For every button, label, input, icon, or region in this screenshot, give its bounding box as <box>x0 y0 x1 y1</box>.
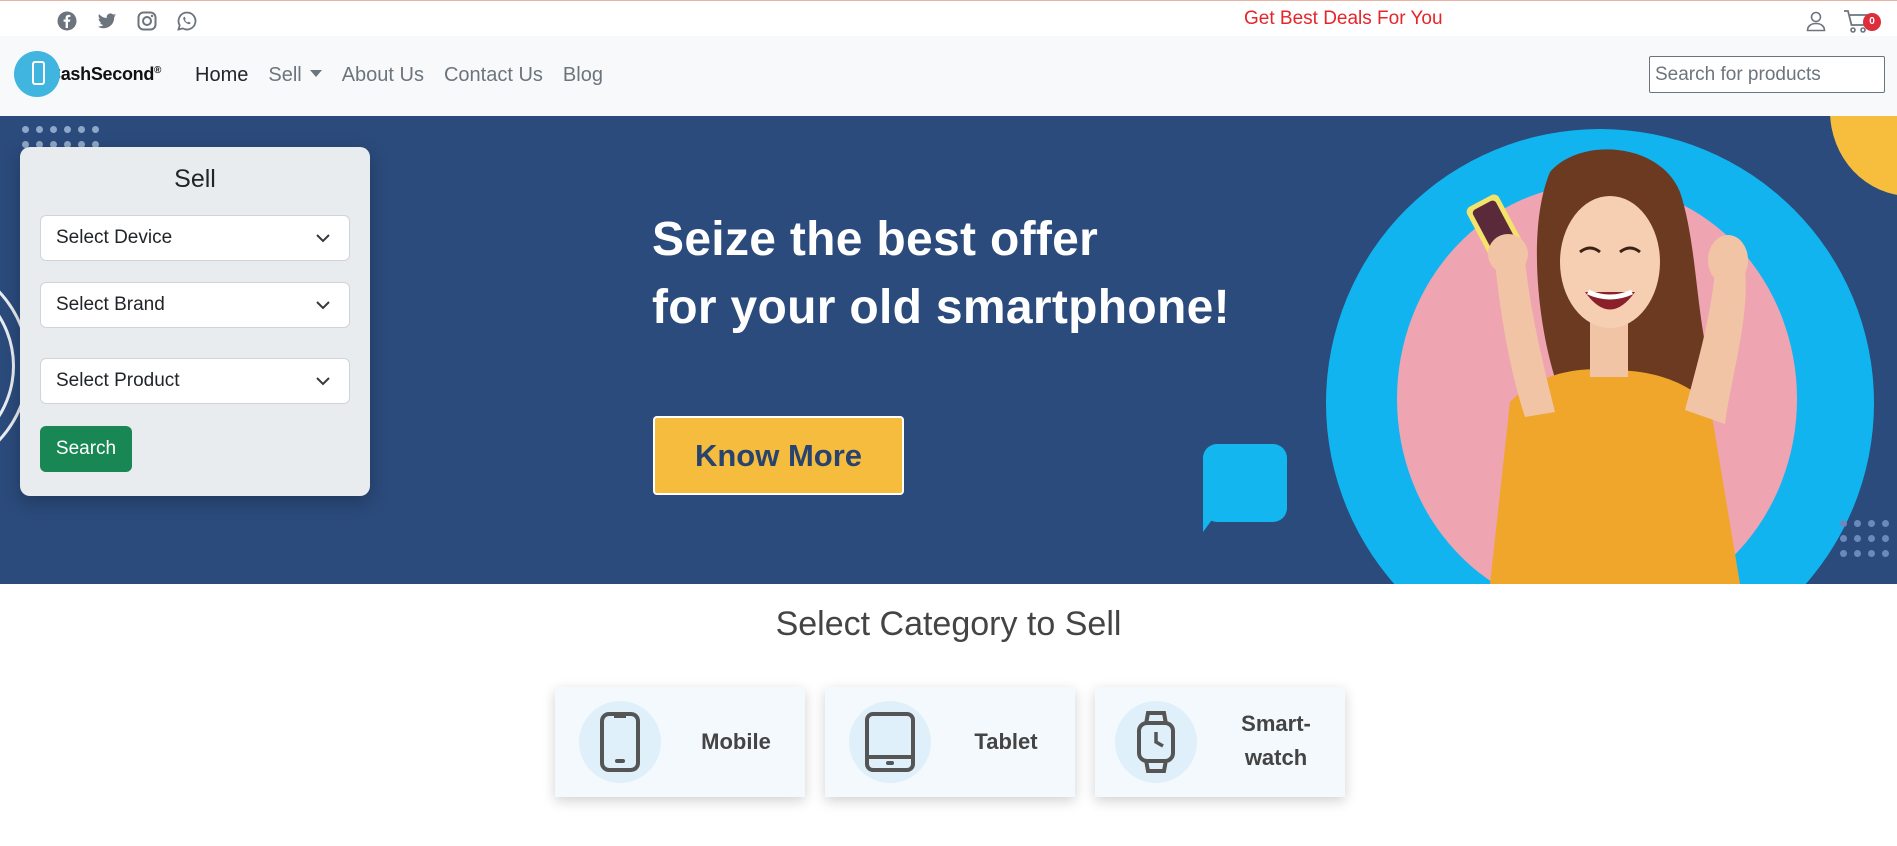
nav-blog[interactable]: Blog <box>563 64 603 87</box>
know-more-button[interactable]: Know More <box>653 416 904 495</box>
tablet-icon <box>849 701 931 783</box>
hero-woman-image <box>1466 149 1748 584</box>
sell-form-card: Sell Select Device Select Brand Select P… <box>20 147 370 496</box>
nav-links: Home Sell About Us Contact Us Blog <box>195 64 603 87</box>
hero-headline: Seize the best offer for your old smartp… <box>652 213 1230 334</box>
cart-count-badge: 0 <box>1863 13 1881 31</box>
twitter-icon[interactable] <box>96 10 118 32</box>
chat-bubble-tail <box>1203 502 1225 532</box>
nav-contact[interactable]: Contact Us <box>444 64 543 87</box>
category-label: Mobile <box>701 729 771 754</box>
chevron-down-icon <box>316 377 330 386</box>
sell-form-title: Sell <box>174 165 216 193</box>
chevron-down-icon <box>316 301 330 310</box>
select-product-label: Select Product <box>56 370 180 391</box>
caret-down-icon <box>309 70 322 77</box>
chevron-down-icon <box>316 234 330 243</box>
category-label: Tablet <box>974 729 1038 754</box>
promo-text: Get Best Deals For You <box>1244 8 1443 29</box>
mobile-icon <box>579 701 661 783</box>
category-card-tablet[interactable]: Tablet <box>825 687 1075 797</box>
select-brand-dropdown[interactable]: Select Brand <box>40 282 350 328</box>
category-label: Smart- watch <box>1241 711 1311 770</box>
nav-about[interactable]: About Us <box>342 64 424 87</box>
nav-home[interactable]: Home <box>195 64 248 87</box>
decorative-dots <box>22 126 100 148</box>
select-brand-label: Select Brand <box>56 294 165 315</box>
search-input[interactable] <box>1649 56 1885 93</box>
instagram-icon[interactable] <box>136 10 158 32</box>
decorative-circle <box>1830 116 1897 196</box>
select-device-label: Select Device <box>56 227 173 248</box>
navbar: CashSecond® Home Sell About Us Contact U… <box>0 36 1897 116</box>
decorative-dots <box>1840 520 1890 557</box>
search-button[interactable]: Search <box>40 426 132 472</box>
brand-logo[interactable]: CashSecond® <box>14 50 161 98</box>
social-links <box>56 10 198 32</box>
category-card-smartwatch[interactable]: Smart- watch <box>1095 687 1345 797</box>
brand-name: CashSecond® <box>48 63 162 84</box>
facebook-icon[interactable] <box>56 10 78 32</box>
top-bar: Get Best Deals For You 0 <box>0 0 1897 36</box>
smartwatch-icon <box>1115 701 1197 783</box>
nav-sell-dropdown[interactable]: Sell <box>268 64 322 87</box>
whatsapp-icon[interactable] <box>176 10 198 32</box>
phone-logo-icon <box>14 51 60 97</box>
category-card-mobile[interactable]: Mobile <box>555 687 805 797</box>
user-icon[interactable] <box>1805 10 1827 32</box>
select-device-dropdown[interactable]: Select Device <box>40 215 350 261</box>
select-product-dropdown[interactable]: Select Product <box>40 358 350 404</box>
category-section-title: Select Category to Sell <box>775 605 1122 643</box>
